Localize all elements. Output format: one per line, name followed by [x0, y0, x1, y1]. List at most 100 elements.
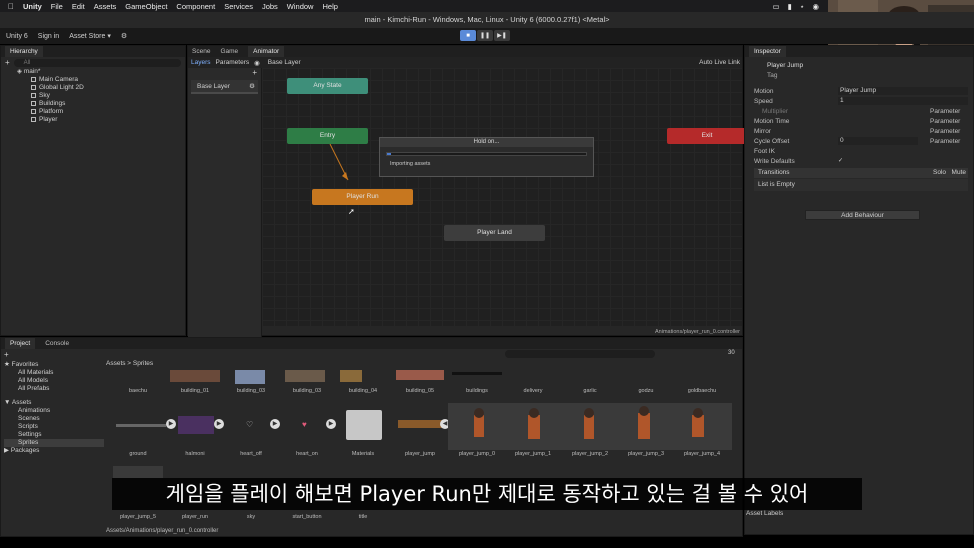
asset-label[interactable]: player_run — [167, 514, 223, 520]
tab-inspector[interactable]: Inspector — [749, 46, 786, 57]
battery-icon[interactable]: ▮ — [788, 2, 792, 11]
asset-label[interactable]: building_01 — [167, 388, 223, 394]
layer-item[interactable]: Base Layer ⚙ — [191, 80, 258, 94]
state-player-run[interactable]: Player Run — [312, 189, 413, 205]
screen-icon[interactable]: ▭ — [773, 2, 780, 11]
tab-game[interactable]: Game — [220, 48, 238, 55]
asset-label[interactable]: heart_on — [279, 451, 335, 457]
asset-label[interactable]: player_jump_3 — [618, 451, 674, 457]
hierarchy-item[interactable]: Buildings — [31, 100, 185, 108]
gear-icon[interactable]: ⚙ — [249, 80, 255, 94]
assets-folder[interactable]: ▼ Assets — [4, 399, 104, 407]
project-search-input[interactable] — [505, 350, 655, 358]
hierarchy-item[interactable]: Platform — [31, 108, 185, 116]
speed-field[interactable]: 1 — [838, 97, 968, 105]
eye-icon[interactable]: ◉ — [254, 59, 260, 67]
hierarchy-item[interactable]: Main Camera — [31, 76, 185, 84]
menu-help[interactable]: Help — [322, 2, 337, 11]
play-preview-icon[interactable]: ▶ — [214, 419, 224, 429]
halmoni-thumb[interactable] — [178, 416, 214, 434]
menu-app-name[interactable]: Unity — [23, 2, 42, 11]
folder-icon[interactable] — [346, 410, 382, 440]
tab-console[interactable]: Console — [45, 340, 69, 347]
asset-label[interactable]: start_button — [279, 514, 335, 520]
cloud-icon[interactable]: ⚙ — [121, 32, 127, 40]
heart-off-icon[interactable]: ♡ — [246, 420, 253, 429]
asset-label[interactable]: player_jump_0 — [449, 451, 505, 457]
asset-label[interactable]: sky — [223, 514, 279, 520]
favorite-item[interactable]: All Prefabs — [4, 385, 104, 393]
asset-store-button[interactable]: Asset Store ▾ — [69, 32, 111, 40]
favorite-item[interactable]: All Materials — [4, 369, 104, 377]
asset-label[interactable]: player_jump_5 — [110, 514, 166, 520]
tab-layers[interactable]: Layers — [191, 59, 211, 66]
auto-live-link-toggle[interactable]: Auto Live Link — [699, 59, 740, 66]
hierarchy-item[interactable]: Player — [31, 116, 185, 124]
heart-on-icon[interactable]: ♥ — [302, 420, 307, 429]
tab-animator[interactable]: Animator — [248, 46, 285, 57]
zoom-value[interactable]: 30 — [728, 350, 735, 356]
play-preview-icon[interactable]: ▶ — [270, 419, 280, 429]
asset-label[interactable]: goldbaechu — [674, 388, 730, 394]
play-preview-icon[interactable]: ▶ — [326, 419, 336, 429]
asset-folder[interactable]: Settings — [4, 431, 104, 439]
signin-button[interactable]: Sign in — [38, 33, 59, 40]
asset-label[interactable]: buildings — [449, 388, 505, 394]
asset-label[interactable]: player_jump_4 — [674, 451, 730, 457]
asset-labels[interactable]: Asset Labels — [746, 510, 783, 517]
menu-edit[interactable]: Edit — [72, 2, 85, 11]
packages-folder[interactable]: ▶ Packages — [4, 447, 104, 455]
asset-label[interactable]: heart_off — [223, 451, 279, 457]
animator-breadcrumb[interactable]: Base Layer — [268, 59, 301, 66]
asset-folder[interactable]: Scenes — [4, 415, 104, 423]
asset-label[interactable]: player_jump_2 — [562, 451, 618, 457]
asset-label[interactable]: building_04 — [335, 388, 391, 394]
wifi-icon[interactable]: ◉ — [812, 2, 819, 11]
asset-label[interactable]: ground — [110, 451, 166, 457]
play-button[interactable]: ■ — [460, 30, 476, 41]
thumb-building_03[interactable] — [235, 370, 265, 384]
asset-label[interactable]: building_05 — [392, 388, 448, 394]
inspector-name[interactable]: Player Jump — [767, 62, 803, 69]
menu-gameobject[interactable]: GameObject — [125, 2, 167, 11]
thumb-buildings[interactable] — [452, 372, 502, 375]
hierarchy-item[interactable]: Sky — [31, 92, 185, 100]
thumb-building_03b[interactable] — [285, 370, 325, 382]
motion-field[interactable]: Player Jump — [838, 87, 968, 95]
asset-label[interactable]: building_03 — [223, 388, 279, 394]
asset-label[interactable]: delivery — [505, 388, 561, 394]
player-jump-thumb[interactable] — [398, 420, 442, 428]
state-exit[interactable]: Exit — [667, 128, 747, 144]
asset-label[interactable]: godzu — [618, 388, 674, 394]
asset-folder-selected[interactable]: Sprites — [4, 439, 104, 447]
add-behaviour-button[interactable]: Add Behaviour — [805, 210, 920, 220]
favorites-folder[interactable]: ★ Favorites — [4, 361, 104, 369]
pause-button[interactable]: ❚❚ — [477, 30, 493, 41]
hierarchy-search-input[interactable]: All — [13, 58, 181, 67]
asset-label[interactable]: halmoni — [167, 451, 223, 457]
menu-component[interactable]: Component — [176, 2, 215, 11]
tab-project[interactable]: Project — [5, 338, 36, 349]
ground-thumb[interactable] — [116, 424, 166, 427]
state-any[interactable]: Any State — [287, 78, 368, 94]
play-preview-icon[interactable]: ▶ — [166, 419, 176, 429]
thumb-building_05[interactable] — [396, 370, 444, 380]
favorite-item[interactable]: All Models — [4, 377, 104, 385]
state-graph[interactable]: Any State Entry Exit Player Run Player L… — [262, 68, 747, 335]
menu-services[interactable]: Services — [224, 2, 253, 11]
asset-folder[interactable]: Scripts — [4, 423, 104, 431]
add-icon[interactable]: + — [5, 58, 10, 67]
project-add-icon[interactable]: + — [4, 350, 9, 359]
menu-window[interactable]: Window — [287, 2, 314, 11]
asset-folder[interactable]: Animations — [4, 407, 104, 415]
project-breadcrumb[interactable]: Assets > Sprites — [106, 360, 153, 367]
asset-label[interactable]: player_jump_1 — [505, 451, 561, 457]
state-player-land[interactable]: Player Land — [444, 225, 545, 241]
cycle-offset-field[interactable]: 0 — [838, 137, 918, 145]
menu-file[interactable]: File — [51, 2, 63, 11]
asset-label[interactable]: baechu — [110, 388, 166, 394]
state-entry[interactable]: Entry — [287, 128, 368, 144]
asset-label[interactable]: title — [335, 514, 391, 520]
step-button[interactable]: ▶❚ — [494, 30, 510, 41]
hierarchy-item[interactable]: Global Light 2D — [31, 84, 185, 92]
